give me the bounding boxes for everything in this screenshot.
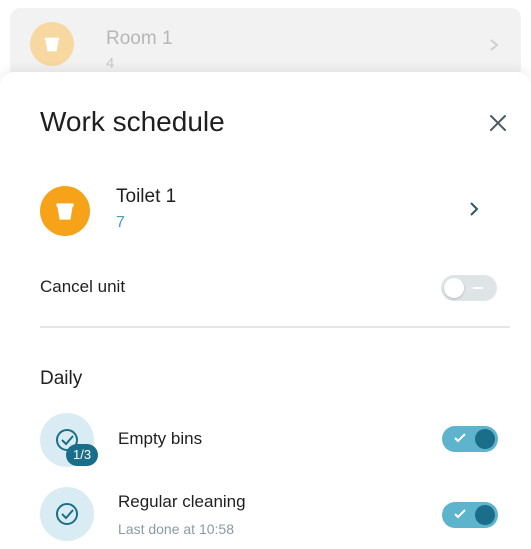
task-toggle[interactable] — [442, 502, 498, 528]
task-title: Empty bins — [118, 429, 203, 448]
task-count-badge: 1/3 — [66, 444, 99, 466]
toggle-knob — [444, 278, 464, 298]
check-icon — [454, 509, 466, 519]
cancel-unit-label: Cancel unit — [40, 277, 126, 296]
task-toggle[interactable] — [442, 426, 498, 452]
background-item-title: Room 1 — [106, 28, 173, 49]
unit-subtitle: 7 — [116, 214, 125, 231]
task-title: Regular cleaning — [118, 492, 246, 511]
bucket-icon — [40, 186, 90, 236]
background-item-subtitle: 4 — [106, 55, 115, 72]
task-last-done: Last done at 10:58 — [118, 521, 234, 537]
chevron-right-icon — [487, 38, 501, 57]
check-circle-icon — [40, 487, 94, 541]
cancel-unit-toggle[interactable] — [441, 275, 497, 301]
work-schedule-sheet: Work schedule Toilet 1 7 Cancel unit Dai… — [0, 72, 531, 549]
divider — [40, 326, 510, 328]
close-icon — [490, 115, 506, 131]
background-list-item: Room 1 4 — [10, 8, 521, 78]
check-icon — [454, 433, 466, 443]
chevron-right-icon — [466, 200, 482, 223]
toggle-knob — [475, 505, 495, 525]
unit-title: Toilet 1 — [116, 186, 177, 207]
minus-icon — [473, 287, 483, 289]
section-label-daily: Daily — [40, 368, 83, 389]
close-button[interactable] — [484, 109, 512, 137]
sheet-title: Work schedule — [40, 106, 225, 137]
bucket-icon — [30, 22, 74, 66]
toggle-knob — [475, 429, 495, 449]
unit-row[interactable]: Toilet 1 7 — [0, 172, 531, 248]
